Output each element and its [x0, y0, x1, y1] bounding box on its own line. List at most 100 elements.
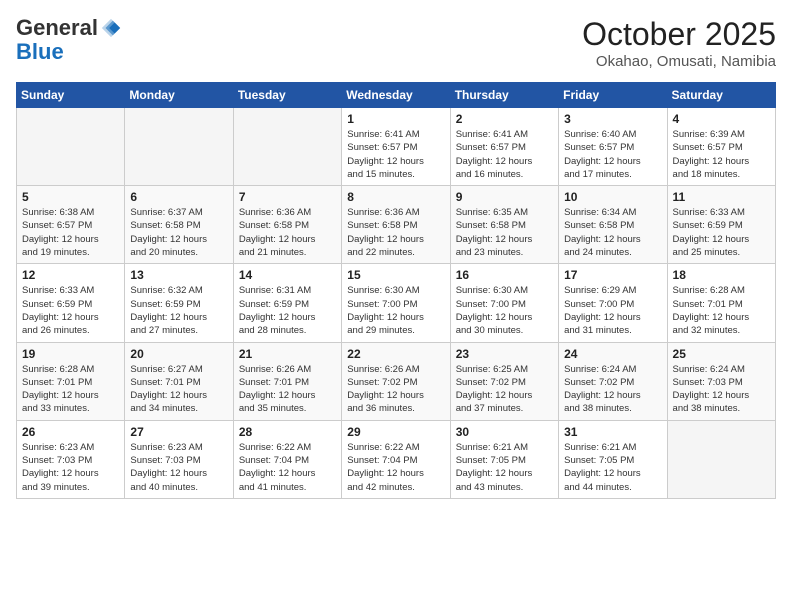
day-number: 1 — [347, 112, 444, 126]
day-number: 16 — [456, 268, 553, 282]
day-info: Sunrise: 6:29 AM Sunset: 7:00 PM Dayligh… — [564, 284, 661, 337]
day-info: Sunrise: 6:22 AM Sunset: 7:04 PM Dayligh… — [347, 441, 444, 494]
day-number: 9 — [456, 190, 553, 204]
col-header-monday: Monday — [125, 83, 233, 108]
day-info: Sunrise: 6:37 AM Sunset: 6:58 PM Dayligh… — [130, 206, 227, 259]
day-number: 7 — [239, 190, 336, 204]
day-info: Sunrise: 6:33 AM Sunset: 6:59 PM Dayligh… — [22, 284, 119, 337]
day-info: Sunrise: 6:27 AM Sunset: 7:01 PM Dayligh… — [130, 363, 227, 416]
day-cell: 10 Sunrise: 6:34 AM Sunset: 6:58 PM Dayli… — [559, 186, 667, 264]
day-info: Sunrise: 6:32 AM Sunset: 6:59 PM Dayligh… — [130, 284, 227, 337]
day-info: Sunrise: 6:35 AM Sunset: 6:58 PM Dayligh… — [456, 206, 553, 259]
day-number: 10 — [564, 190, 661, 204]
day-cell: 15 Sunrise: 6:30 AM Sunset: 7:00 PM Dayli… — [342, 264, 450, 342]
day-number: 12 — [22, 268, 119, 282]
col-header-tuesday: Tuesday — [233, 83, 341, 108]
day-number: 15 — [347, 268, 444, 282]
header: General Blue October 2025 Okahao, Omusat… — [16, 16, 776, 70]
logo-blue: Blue — [16, 39, 64, 64]
week-row-5: 26Sunrise: 6:23 AM Sunset: 7:03 PM Dayli… — [17, 420, 776, 498]
location: Okahao, Omusati, Namibia — [582, 53, 776, 70]
day-info: Sunrise: 6:24 AM Sunset: 7:03 PM Dayligh… — [673, 363, 770, 416]
day-cell: 9 Sunrise: 6:35 AM Sunset: 6:58 PM Daylig… — [450, 186, 558, 264]
col-header-saturday: Saturday — [667, 83, 775, 108]
day-info: Sunrise: 6:30 AM Sunset: 7:00 PM Dayligh… — [456, 284, 553, 337]
day-number: 20 — [130, 347, 227, 361]
day-cell: 11Sunrise: 6:33 AM Sunset: 6:59 PM Dayli… — [667, 186, 775, 264]
day-cell: 3Sunrise: 6:40 AM Sunset: 6:57 PM Daylig… — [559, 108, 667, 186]
day-cell: 18 Sunrise: 6:28 AM Sunset: 7:01 PM Dayli… — [667, 264, 775, 342]
logo: General Blue — [16, 16, 122, 64]
day-cell: 31 Sunrise: 6:21 AM Sunset: 7:05 PM Dayli… — [559, 420, 667, 498]
day-info: Sunrise: 6:22 AM Sunset: 7:04 PM Dayligh… — [239, 441, 336, 494]
day-cell: 27 Sunrise: 6:23 AM Sunset: 7:03 PM Dayli… — [125, 420, 233, 498]
day-cell: 21 Sunrise: 6:26 AM Sunset: 7:01 PM Dayli… — [233, 342, 341, 420]
day-number: 6 — [130, 190, 227, 204]
page: General Blue October 2025 Okahao, Omusat… — [0, 0, 792, 612]
day-number: 19 — [22, 347, 119, 361]
week-row-2: 5Sunrise: 6:38 AM Sunset: 6:57 PM Daylig… — [17, 186, 776, 264]
day-info: Sunrise: 6:26 AM Sunset: 7:02 PM Dayligh… — [347, 363, 444, 416]
day-cell: 7Sunrise: 6:36 AM Sunset: 6:58 PM Daylig… — [233, 186, 341, 264]
day-number: 30 — [456, 425, 553, 439]
week-row-4: 19 Sunrise: 6:28 AM Sunset: 7:01 PM Dayli… — [17, 342, 776, 420]
logo-general: General — [16, 16, 98, 40]
day-cell: 26Sunrise: 6:23 AM Sunset: 7:03 PM Dayli… — [17, 420, 125, 498]
day-info: Sunrise: 6:30 AM Sunset: 7:00 PM Dayligh… — [347, 284, 444, 337]
day-number: 23 — [456, 347, 553, 361]
day-info: Sunrise: 6:28 AM Sunset: 7:01 PM Dayligh… — [22, 363, 119, 416]
day-number: 21 — [239, 347, 336, 361]
day-cell: 25Sunrise: 6:24 AM Sunset: 7:03 PM Dayli… — [667, 342, 775, 420]
col-header-friday: Friday — [559, 83, 667, 108]
day-cell: 29 Sunrise: 6:22 AM Sunset: 7:04 PM Dayli… — [342, 420, 450, 498]
title-block: October 2025 Okahao, Omusati, Namibia — [582, 16, 776, 70]
calendar-body: 1 Sunrise: 6:41 AM Sunset: 6:57 PM Daylig… — [17, 108, 776, 499]
day-cell: 13 Sunrise: 6:32 AM Sunset: 6:59 PM Dayli… — [125, 264, 233, 342]
day-cell: 20 Sunrise: 6:27 AM Sunset: 7:01 PM Dayli… — [125, 342, 233, 420]
day-cell: 14 Sunrise: 6:31 AM Sunset: 6:59 PM Dayli… — [233, 264, 341, 342]
day-cell: 12 Sunrise: 6:33 AM Sunset: 6:59 PM Dayli… — [17, 264, 125, 342]
day-cell: 4Sunrise: 6:39 AM Sunset: 6:57 PM Daylig… — [667, 108, 775, 186]
day-info: Sunrise: 6:31 AM Sunset: 6:59 PM Dayligh… — [239, 284, 336, 337]
day-info: Sunrise: 6:21 AM Sunset: 7:05 PM Dayligh… — [564, 441, 661, 494]
day-cell: 2 Sunrise: 6:41 AM Sunset: 6:57 PM Daylig… — [450, 108, 558, 186]
day-cell: 5Sunrise: 6:38 AM Sunset: 6:57 PM Daylig… — [17, 186, 125, 264]
day-info: Sunrise: 6:25 AM Sunset: 7:02 PM Dayligh… — [456, 363, 553, 416]
day-number: 29 — [347, 425, 444, 439]
day-number: 31 — [564, 425, 661, 439]
day-number: 27 — [130, 425, 227, 439]
day-cell: 19 Sunrise: 6:28 AM Sunset: 7:01 PM Dayli… — [17, 342, 125, 420]
day-cell — [233, 108, 341, 186]
day-number: 22 — [347, 347, 444, 361]
day-cell: 30Sunrise: 6:21 AM Sunset: 7:05 PM Dayli… — [450, 420, 558, 498]
calendar-header-row: SundayMondayTuesdayWednesdayThursdayFrid… — [17, 83, 776, 108]
day-number: 8 — [347, 190, 444, 204]
calendar-table: SundayMondayTuesdayWednesdayThursdayFrid… — [16, 82, 776, 499]
day-info: Sunrise: 6:23 AM Sunset: 7:03 PM Dayligh… — [22, 441, 119, 494]
day-number: 11 — [673, 190, 770, 204]
day-number: 24 — [564, 347, 661, 361]
day-number: 5 — [22, 190, 119, 204]
day-info: Sunrise: 6:34 AM Sunset: 6:58 PM Dayligh… — [564, 206, 661, 259]
day-number: 2 — [456, 112, 553, 126]
day-info: Sunrise: 6:26 AM Sunset: 7:01 PM Dayligh… — [239, 363, 336, 416]
logo-icon — [100, 17, 122, 39]
col-header-thursday: Thursday — [450, 83, 558, 108]
day-cell: 22 Sunrise: 6:26 AM Sunset: 7:02 PM Dayli… — [342, 342, 450, 420]
col-header-wednesday: Wednesday — [342, 83, 450, 108]
day-cell: 23 Sunrise: 6:25 AM Sunset: 7:02 PM Dayli… — [450, 342, 558, 420]
day-number: 17 — [564, 268, 661, 282]
week-row-1: 1 Sunrise: 6:41 AM Sunset: 6:57 PM Daylig… — [17, 108, 776, 186]
day-info: Sunrise: 6:36 AM Sunset: 6:58 PM Dayligh… — [347, 206, 444, 259]
day-number: 4 — [673, 112, 770, 126]
month-title: October 2025 — [582, 16, 776, 53]
day-number: 13 — [130, 268, 227, 282]
week-row-3: 12 Sunrise: 6:33 AM Sunset: 6:59 PM Dayli… — [17, 264, 776, 342]
day-number: 14 — [239, 268, 336, 282]
day-number: 28 — [239, 425, 336, 439]
day-info: Sunrise: 6:23 AM Sunset: 7:03 PM Dayligh… — [130, 441, 227, 494]
day-info: Sunrise: 6:28 AM Sunset: 7:01 PM Dayligh… — [673, 284, 770, 337]
day-number: 18 — [673, 268, 770, 282]
day-cell: 16 Sunrise: 6:30 AM Sunset: 7:00 PM Dayli… — [450, 264, 558, 342]
day-info: Sunrise: 6:41 AM Sunset: 6:57 PM Dayligh… — [456, 128, 553, 181]
